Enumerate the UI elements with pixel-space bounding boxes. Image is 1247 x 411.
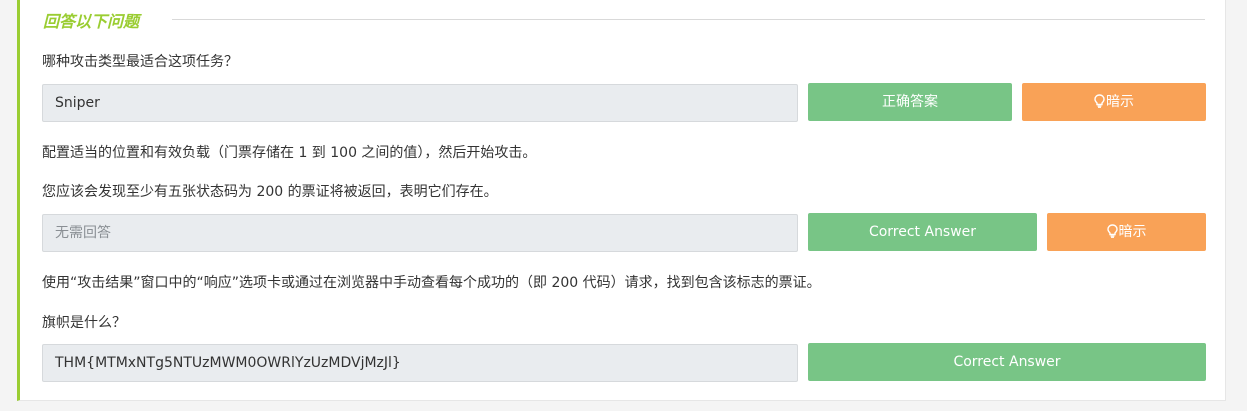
answer-3-submit-button[interactable]: Correct Answer	[808, 343, 1206, 381]
question-1-text: 哪种攻击类型最适合这项任务？	[42, 54, 238, 70]
answer-1-field[interactable]: Sniper	[42, 84, 798, 122]
instruction-3-text: 使用“攻击结果”窗口中的“响应”选项卡或通过在浏览器中手动查看每个成功的（即 2…	[42, 275, 821, 291]
answer-3-field[interactable]: THM{MTMxNTg5NTUzMWM0OWRlYzUzMDVjMzJl}	[42, 344, 798, 382]
answer-2-field[interactable]: 无需回答	[42, 214, 798, 252]
question-1-hint-button[interactable]: 暗示	[1022, 83, 1206, 121]
title-divider	[172, 19, 1205, 20]
task-card: 回答以下问题 哪种攻击类型最适合这项任务？ Sniper 正确答案 暗示 配置适…	[17, 0, 1226, 401]
lightbulb-icon	[1106, 215, 1118, 253]
answer-1-submit-button[interactable]: 正确答案	[808, 83, 1012, 121]
question-2-text: 您应该会发现至少有五张状态码为 200 的票证将被返回，表明它们存在。	[42, 184, 498, 200]
instruction-2-text: 配置适当的位置和有效负载（门票存储在 1 到 100 之间的值），然后开始攻击。	[42, 145, 537, 161]
hint-label: 暗示	[1106, 94, 1134, 110]
section-title: 回答以下问题	[43, 12, 140, 31]
question-2-hint-button[interactable]: 暗示	[1047, 213, 1206, 251]
hint-label: 暗示	[1118, 224, 1147, 240]
lightbulb-icon	[1094, 85, 1105, 123]
answer-2-submit-button[interactable]: Correct Answer	[808, 213, 1037, 251]
question-3-text: 旗帜是什么？	[42, 315, 126, 331]
